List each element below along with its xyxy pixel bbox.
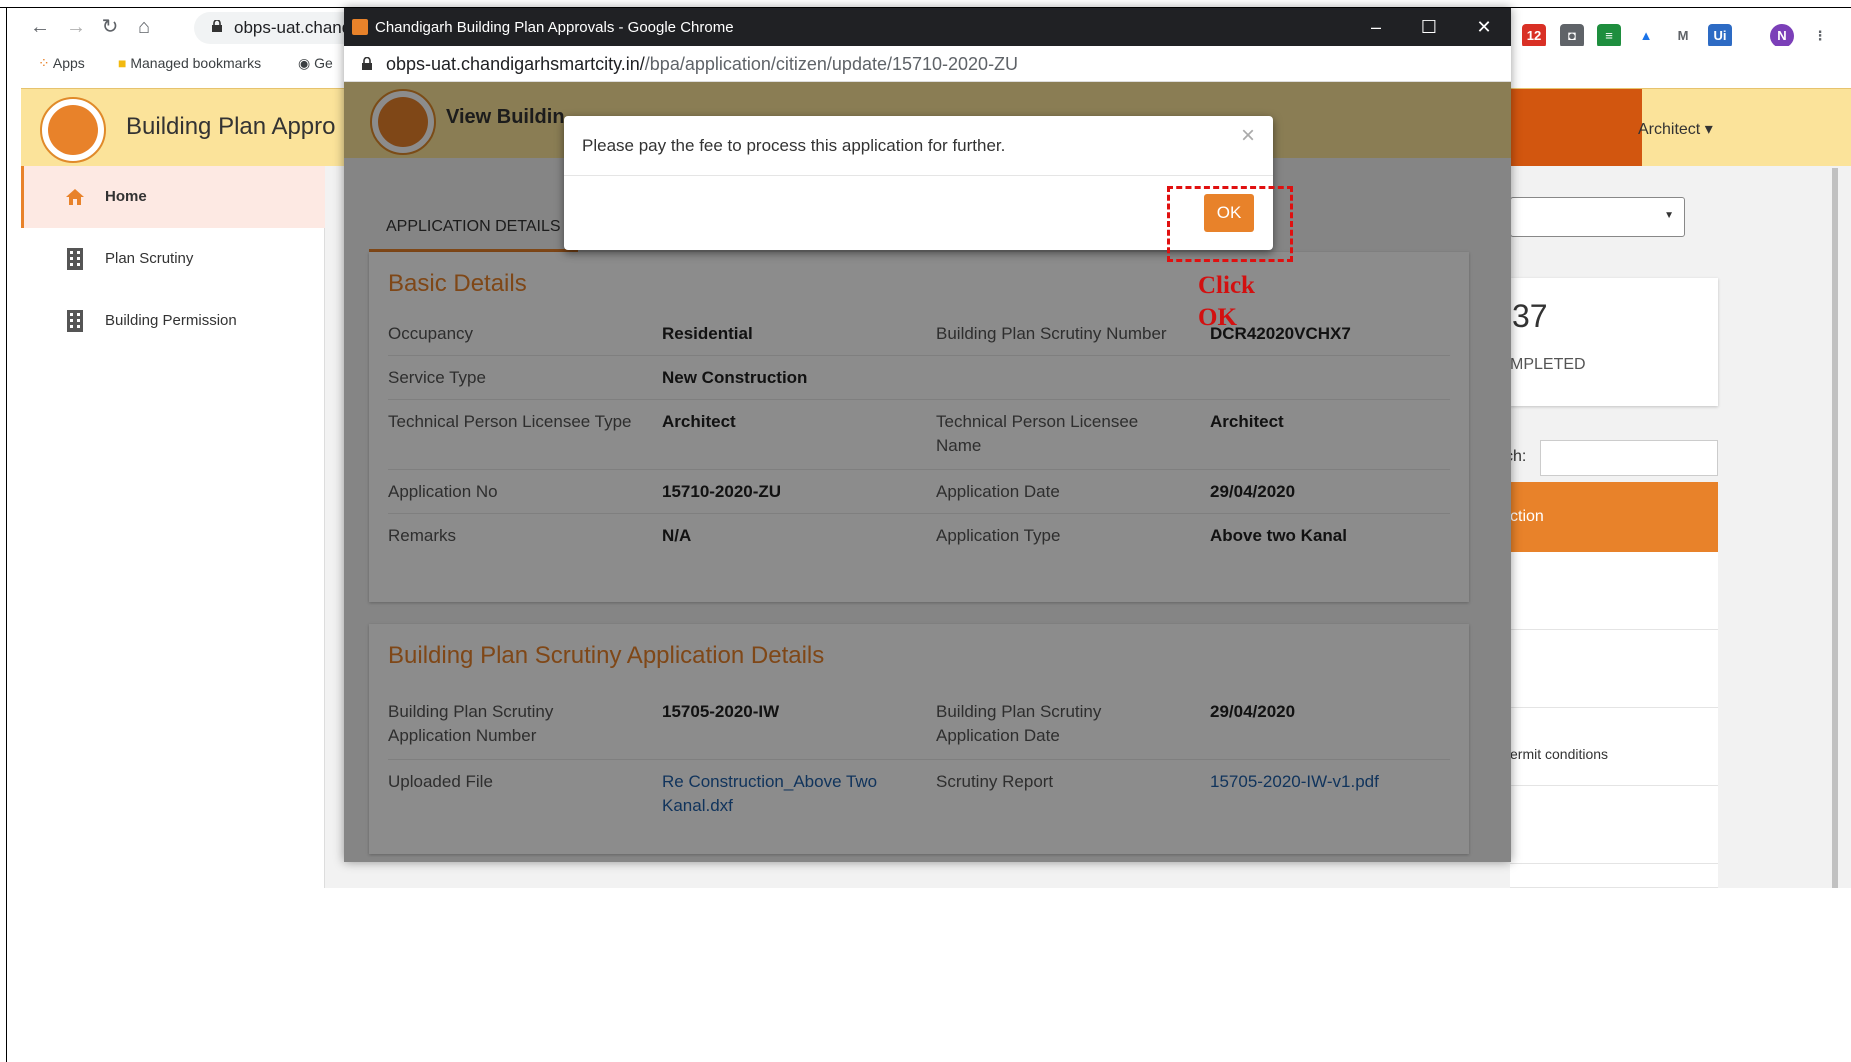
url-path: /bpa/application/citizen/update/15710-20… xyxy=(644,54,1019,74)
bookmark-managed[interactable]: ■ Managed bookmarks xyxy=(118,55,261,71)
app-title: Building Plan Appro xyxy=(126,113,336,140)
minimize-icon[interactable]: – xyxy=(1361,14,1391,40)
window-title: Chandigarh Building Plan Approvals - Goo… xyxy=(375,19,734,36)
sidebar-item-label: Plan Scrutiny xyxy=(105,250,194,267)
lock-icon xyxy=(362,57,372,70)
back-arrow-icon[interactable]: ← xyxy=(28,17,52,37)
left-border xyxy=(6,8,7,1062)
sidebar-item-building-permission[interactable]: Building Permission xyxy=(21,290,325,352)
popup-url-text: obps-uat.chandigarhsmartcity.in//bpa/app… xyxy=(386,54,1018,75)
home-icon[interactable]: ⌂ xyxy=(132,17,156,37)
table-row xyxy=(1510,786,1718,864)
table-row xyxy=(1510,630,1718,708)
header-accent-block xyxy=(1510,89,1642,167)
stat-number: 37 xyxy=(1512,298,1548,334)
close-icon[interactable]: × xyxy=(1241,124,1255,148)
address-text: obps-uat.chandi xyxy=(234,18,355,37)
sheets-extension-icon[interactable]: ≡ xyxy=(1597,24,1621,48)
table-row xyxy=(1510,552,1718,630)
address-bar[interactable]: obps-uat.chandi xyxy=(194,12,364,44)
mail-icon[interactable]: M xyxy=(1671,24,1695,48)
sidebar-item-label: Building Permission xyxy=(105,312,237,329)
divider xyxy=(564,175,1273,176)
annotation-highlight-box xyxy=(1167,186,1293,262)
menu-kebab-icon[interactable]: ⋮ xyxy=(1808,24,1832,48)
annotation-text: Click OK xyxy=(1198,272,1255,331)
user-menu-label: Architect xyxy=(1638,121,1701,138)
bookmark-ge[interactable]: ◉ Ge xyxy=(298,55,333,72)
building-icon xyxy=(67,248,83,270)
favicon-icon xyxy=(352,19,368,35)
caret-down-icon: ▾ xyxy=(1704,121,1713,138)
stat-card: 37 MPLETED xyxy=(1510,278,1718,406)
dialog-message: Please pay the fee to process this appli… xyxy=(582,136,1006,155)
forward-arrow-icon[interactable]: → xyxy=(64,17,88,37)
table-header: ction xyxy=(1510,482,1718,552)
sidebar-item-plan-scrutiny[interactable]: Plan Scrutiny xyxy=(21,228,325,290)
filter-select[interactable]: ▼ xyxy=(1510,197,1685,237)
action-column-header: ction xyxy=(1510,508,1544,525)
lock-icon xyxy=(212,20,222,32)
popup-titlebar: Chandigarh Building Plan Approvals - Goo… xyxy=(344,8,1511,46)
globe-icon: ◉ xyxy=(298,55,311,71)
uipath-extension-icon[interactable]: Ui xyxy=(1708,24,1732,48)
reload-icon[interactable]: ↻ xyxy=(98,17,122,37)
folder-icon: ■ xyxy=(118,55,127,71)
sidebar-item-home[interactable]: Home xyxy=(21,166,325,228)
user-menu[interactable]: Architect ▾ xyxy=(1638,119,1713,139)
bookmark-label: Managed bookmarks xyxy=(130,55,262,71)
row-text: ermit conditions xyxy=(1510,746,1609,762)
chandigarh-logo-icon xyxy=(40,97,106,163)
gmail-extension-icon[interactable]: 12 xyxy=(1522,24,1546,48)
extension-icon[interactable]: ◘ xyxy=(1560,24,1584,48)
screenshot: ← → ↻ ⌂ obps-uat.chandi 12 ◘ ≡ ▲ M Ui N … xyxy=(0,0,1851,1062)
table-row xyxy=(1510,864,1718,888)
popup-url-bar[interactable]: obps-uat.chandigarhsmartcity.in//bpa/app… xyxy=(344,46,1511,82)
bookmark-label: Ge xyxy=(314,55,333,71)
sidebar-item-label: Home xyxy=(105,188,147,205)
table-row: ermit conditions xyxy=(1510,708,1718,786)
bookmark-apps[interactable]: ⁘ Apps xyxy=(38,55,85,72)
caret-down-icon: ▼ xyxy=(1664,210,1674,221)
drive-icon[interactable]: ▲ xyxy=(1634,24,1658,48)
sidebar: Home Plan Scrutiny Building Permission xyxy=(21,166,325,888)
profile-avatar[interactable]: N xyxy=(1770,24,1794,48)
scrollbar[interactable] xyxy=(1832,168,1838,888)
home-icon xyxy=(66,189,84,205)
maximize-icon[interactable]: ☐ xyxy=(1414,14,1444,40)
profile-initial: N xyxy=(1777,28,1787,43)
url-host: obps-uat.chandigarhsmartcity.in/ xyxy=(386,54,645,74)
apps-grid-icon: ⁘ xyxy=(38,55,50,71)
search-input[interactable] xyxy=(1540,440,1718,476)
gmail-badge: 12 xyxy=(1526,28,1542,43)
building-icon xyxy=(67,310,83,332)
close-icon[interactable]: ✕ xyxy=(1469,14,1499,40)
stat-label: MPLETED xyxy=(1510,356,1586,373)
bookmark-label: Apps xyxy=(52,55,85,71)
